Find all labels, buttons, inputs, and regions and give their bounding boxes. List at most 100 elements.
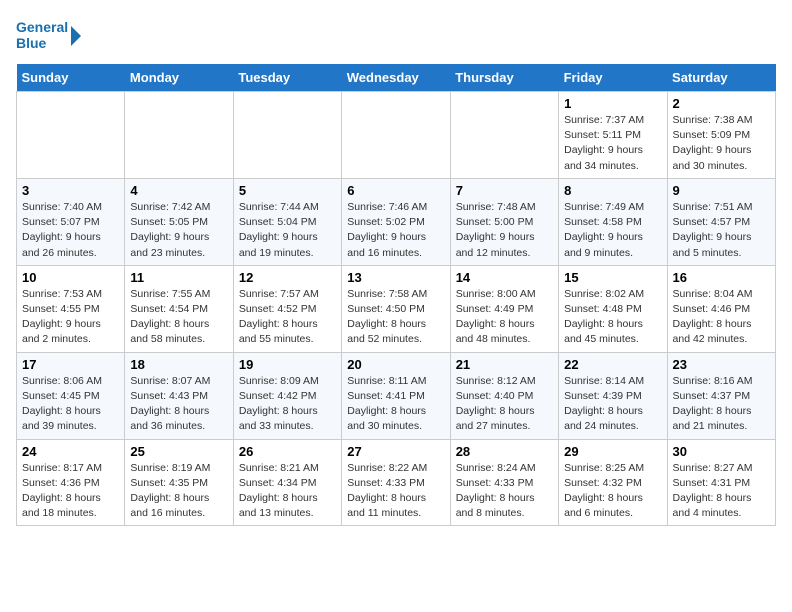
day-info: Sunrise: 7:44 AM Sunset: 5:04 PM Dayligh… (239, 200, 336, 261)
calendar-cell: 27 Sunrise: 8:22 AM Sunset: 4:33 PM Dayli… (342, 439, 450, 526)
weekday-label: Saturday (667, 64, 775, 92)
calendar-cell: 29 Sunrise: 8:25 AM Sunset: 4:32 PM Dayli… (559, 439, 667, 526)
calendar-cell (125, 92, 233, 179)
day-info: Sunrise: 7:46 AM Sunset: 5:02 PM Dayligh… (347, 200, 444, 261)
weekday-label: Friday (559, 64, 667, 92)
day-info: Sunrise: 8:27 AM Sunset: 4:31 PM Dayligh… (673, 461, 770, 522)
day-info: Sunrise: 8:17 AM Sunset: 4:36 PM Dayligh… (22, 461, 119, 522)
weekday-label: Wednesday (342, 64, 450, 92)
day-number: 23 (673, 357, 770, 372)
day-number: 30 (673, 444, 770, 459)
calendar-cell: 25 Sunrise: 8:19 AM Sunset: 4:35 PM Dayli… (125, 439, 233, 526)
day-info: Sunrise: 8:25 AM Sunset: 4:32 PM Dayligh… (564, 461, 661, 522)
day-info: Sunrise: 8:04 AM Sunset: 4:46 PM Dayligh… (673, 287, 770, 348)
day-number: 17 (22, 357, 119, 372)
calendar-cell: 17Sunrise: 8:06 AM Sunset: 4:45 PM Dayli… (17, 352, 125, 439)
calendar-cell: 22 Sunrise: 8:14 AM Sunset: 4:39 PM Dayli… (559, 352, 667, 439)
calendar-cell: 20 Sunrise: 8:11 AM Sunset: 4:41 PM Dayli… (342, 352, 450, 439)
day-number: 16 (673, 270, 770, 285)
calendar-cell: 15Sunrise: 8:02 AM Sunset: 4:48 PM Dayli… (559, 265, 667, 352)
day-number: 2 (673, 96, 770, 111)
weekday-label: Sunday (17, 64, 125, 92)
calendar-cell: 9 Sunrise: 7:51 AM Sunset: 4:57 PM Daylig… (667, 178, 775, 265)
calendar-cell: 26 Sunrise: 8:21 AM Sunset: 4:34 PM Dayli… (233, 439, 341, 526)
calendar-cell (450, 92, 558, 179)
calendar-cell: 12 Sunrise: 7:57 AM Sunset: 4:52 PM Dayli… (233, 265, 341, 352)
logo: GeneralBlue (16, 16, 86, 56)
day-info: Sunrise: 8:21 AM Sunset: 4:34 PM Dayligh… (239, 461, 336, 522)
weekday-label: Thursday (450, 64, 558, 92)
calendar-week-row: 3Sunrise: 7:40 AM Sunset: 5:07 PM Daylig… (17, 178, 776, 265)
weekday-label: Tuesday (233, 64, 341, 92)
calendar-cell: 19 Sunrise: 8:09 AM Sunset: 4:42 PM Dayli… (233, 352, 341, 439)
day-number: 27 (347, 444, 444, 459)
calendar-cell: 3Sunrise: 7:40 AM Sunset: 5:07 PM Daylig… (17, 178, 125, 265)
day-number: 24 (22, 444, 119, 459)
day-info: Sunrise: 8:02 AM Sunset: 4:48 PM Dayligh… (564, 287, 661, 348)
day-info: Sunrise: 8:19 AM Sunset: 4:35 PM Dayligh… (130, 461, 227, 522)
day-info: Sunrise: 7:57 AM Sunset: 4:52 PM Dayligh… (239, 287, 336, 348)
day-number: 19 (239, 357, 336, 372)
day-info: Sunrise: 7:37 AM Sunset: 5:11 PM Dayligh… (564, 113, 661, 174)
day-number: 20 (347, 357, 444, 372)
calendar-cell: 6 Sunrise: 7:46 AM Sunset: 5:02 PM Daylig… (342, 178, 450, 265)
day-number: 6 (347, 183, 444, 198)
calendar-cell: 7 Sunrise: 7:48 AM Sunset: 5:00 PM Daylig… (450, 178, 558, 265)
day-number: 21 (456, 357, 553, 372)
day-info: Sunrise: 8:07 AM Sunset: 4:43 PM Dayligh… (130, 374, 227, 435)
day-number: 18 (130, 357, 227, 372)
day-number: 7 (456, 183, 553, 198)
day-number: 5 (239, 183, 336, 198)
calendar-table: SundayMondayTuesdayWednesdayThursdayFrid… (16, 64, 776, 526)
calendar-cell: 4Sunrise: 7:42 AM Sunset: 5:05 PM Daylig… (125, 178, 233, 265)
logo-svg: GeneralBlue (16, 16, 86, 56)
calendar-week-row: 24 Sunrise: 8:17 AM Sunset: 4:36 PM Dayli… (17, 439, 776, 526)
calendar-body: 1 Sunrise: 7:37 AM Sunset: 5:11 PM Daylig… (17, 92, 776, 526)
day-number: 12 (239, 270, 336, 285)
svg-text:General: General (16, 19, 68, 35)
day-info: Sunrise: 7:49 AM Sunset: 4:58 PM Dayligh… (564, 200, 661, 261)
day-number: 3 (22, 183, 119, 198)
day-info: Sunrise: 7:51 AM Sunset: 4:57 PM Dayligh… (673, 200, 770, 261)
day-number: 25 (130, 444, 227, 459)
calendar-cell: 8 Sunrise: 7:49 AM Sunset: 4:58 PM Daylig… (559, 178, 667, 265)
day-info: Sunrise: 8:00 AM Sunset: 4:49 PM Dayligh… (456, 287, 553, 348)
day-number: 14 (456, 270, 553, 285)
day-number: 4 (130, 183, 227, 198)
calendar-cell: 23 Sunrise: 8:16 AM Sunset: 4:37 PM Dayli… (667, 352, 775, 439)
day-info: Sunrise: 7:58 AM Sunset: 4:50 PM Dayligh… (347, 287, 444, 348)
calendar-week-row: 17Sunrise: 8:06 AM Sunset: 4:45 PM Dayli… (17, 352, 776, 439)
day-info: Sunrise: 8:11 AM Sunset: 4:41 PM Dayligh… (347, 374, 444, 435)
day-number: 8 (564, 183, 661, 198)
calendar-cell (342, 92, 450, 179)
weekday-header-row: SundayMondayTuesdayWednesdayThursdayFrid… (17, 64, 776, 92)
day-number: 13 (347, 270, 444, 285)
day-info: Sunrise: 8:14 AM Sunset: 4:39 PM Dayligh… (564, 374, 661, 435)
day-info: Sunrise: 7:48 AM Sunset: 5:00 PM Dayligh… (456, 200, 553, 261)
calendar-cell: 2 Sunrise: 7:38 AM Sunset: 5:09 PM Daylig… (667, 92, 775, 179)
calendar-cell: 13 Sunrise: 7:58 AM Sunset: 4:50 PM Dayli… (342, 265, 450, 352)
page-header: GeneralBlue (16, 16, 776, 56)
day-info: Sunrise: 7:38 AM Sunset: 5:09 PM Dayligh… (673, 113, 770, 174)
calendar-cell (233, 92, 341, 179)
calendar-cell (17, 92, 125, 179)
calendar-cell: 16 Sunrise: 8:04 AM Sunset: 4:46 PM Dayli… (667, 265, 775, 352)
day-number: 11 (130, 270, 227, 285)
day-info: Sunrise: 7:53 AM Sunset: 4:55 PM Dayligh… (22, 287, 119, 348)
day-info: Sunrise: 8:16 AM Sunset: 4:37 PM Dayligh… (673, 374, 770, 435)
day-number: 9 (673, 183, 770, 198)
day-number: 29 (564, 444, 661, 459)
day-info: Sunrise: 8:12 AM Sunset: 4:40 PM Dayligh… (456, 374, 553, 435)
day-info: Sunrise: 8:24 AM Sunset: 4:33 PM Dayligh… (456, 461, 553, 522)
calendar-cell: 21 Sunrise: 8:12 AM Sunset: 4:40 PM Dayli… (450, 352, 558, 439)
day-info: Sunrise: 8:22 AM Sunset: 4:33 PM Dayligh… (347, 461, 444, 522)
calendar-cell: 1 Sunrise: 7:37 AM Sunset: 5:11 PM Daylig… (559, 92, 667, 179)
day-number: 26 (239, 444, 336, 459)
day-number: 22 (564, 357, 661, 372)
day-info: Sunrise: 8:09 AM Sunset: 4:42 PM Dayligh… (239, 374, 336, 435)
calendar-week-row: 10Sunrise: 7:53 AM Sunset: 4:55 PM Dayli… (17, 265, 776, 352)
day-info: Sunrise: 7:55 AM Sunset: 4:54 PM Dayligh… (130, 287, 227, 348)
day-number: 1 (564, 96, 661, 111)
calendar-cell: 10Sunrise: 7:53 AM Sunset: 4:55 PM Dayli… (17, 265, 125, 352)
calendar-cell: 24 Sunrise: 8:17 AM Sunset: 4:36 PM Dayli… (17, 439, 125, 526)
